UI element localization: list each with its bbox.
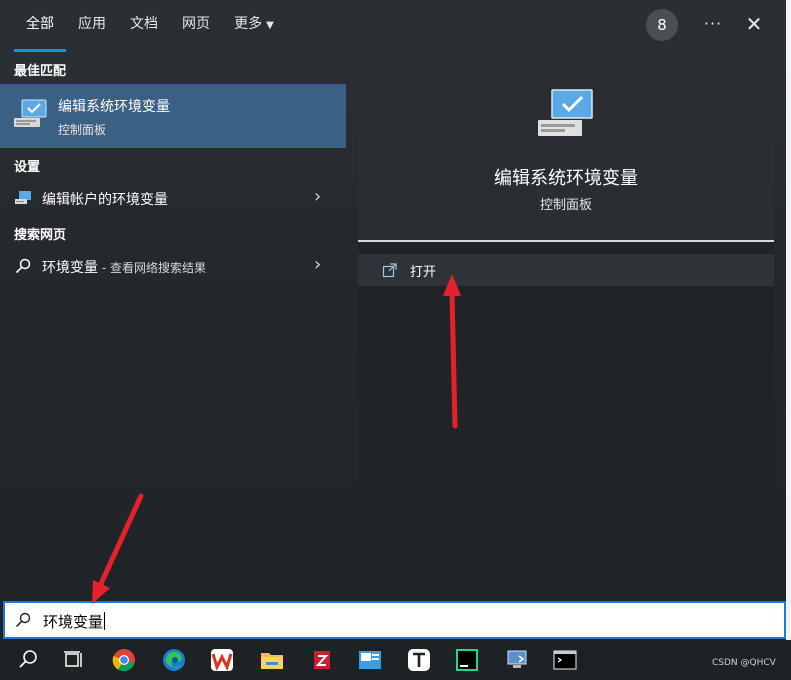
close-button[interactable]: ✕ <box>740 10 768 40</box>
chevron-right-icon[interactable]: › <box>314 254 321 275</box>
search-icon[interactable] <box>16 648 40 672</box>
remote-desktop-icon[interactable] <box>505 648 529 672</box>
best-match-subtitle: 控制面板 <box>58 123 107 137</box>
tab-apps[interactable]: 应用 <box>70 0 114 52</box>
file-explorer-icon[interactable] <box>260 648 284 672</box>
rewards-badge[interactable]: 8 <box>646 9 678 41</box>
best-match-name: 编辑系统环境变量 <box>58 99 170 115</box>
image-app-icon[interactable] <box>358 648 382 672</box>
open-external-icon <box>382 263 397 278</box>
text-cursor <box>104 612 106 630</box>
web-search-result[interactable]: 环境变量 - 查看网络搜索结果 › <box>0 249 346 283</box>
web-search-suffix: - 查看网络搜索结果 <box>98 261 206 275</box>
typora-icon[interactable] <box>407 648 431 672</box>
task-view-icon[interactable] <box>62 648 86 672</box>
results-list: 最佳匹配 编辑系统环境变量 控制面板 设置 编辑帐户的环境变量 › 搜索网页 环… <box>0 52 346 600</box>
tab-all-label: 全部 <box>26 16 54 32</box>
chevron-right-icon[interactable]: › <box>314 186 321 207</box>
search-query-text: 环境变量 <box>43 613 104 631</box>
search-icon <box>15 258 31 274</box>
edge-icon[interactable] <box>162 648 186 672</box>
preview-pane: 编辑系统环境变量 控制面板 打开 <box>358 64 774 600</box>
more-options-button[interactable]: ··· <box>700 10 726 40</box>
pycharm-icon[interactable] <box>455 648 479 672</box>
desktop-right-edge <box>786 0 791 640</box>
chevron-down-icon: ▼ <box>266 20 274 31</box>
tab-web-label: 网页 <box>182 16 210 32</box>
preview-subtitle: 控制面板 <box>539 198 592 213</box>
wps-icon[interactable] <box>210 648 234 672</box>
preview-title: 编辑系统环境变量 <box>494 168 638 189</box>
terminal-icon[interactable] <box>553 648 577 672</box>
preview-divider <box>358 240 774 242</box>
search-input[interactable]: 环境变量 <box>3 601 786 639</box>
open-action[interactable]: 打开 <box>358 254 774 286</box>
tab-documents-label: 文档 <box>130 16 158 32</box>
monitor-check-icon <box>538 89 593 136</box>
search-icon <box>15 612 31 628</box>
chrome-icon[interactable] <box>112 648 136 672</box>
tab-web[interactable]: 网页 <box>174 0 218 52</box>
section-settings: 设置 <box>14 160 41 175</box>
search-input-value: 环境变量 <box>43 611 106 632</box>
tab-more-label: 更多 <box>234 16 263 32</box>
settings-result-label: 编辑帐户的环境变量 <box>42 192 168 208</box>
monitor-check-icon <box>14 99 47 127</box>
tab-documents[interactable]: 文档 <box>122 0 166 52</box>
preview-header: 编辑系统环境变量 控制面板 <box>358 64 774 240</box>
tab-apps-label: 应用 <box>78 16 106 32</box>
settings-result[interactable]: 编辑帐户的环境变量 › <box>0 181 346 215</box>
best-match-result[interactable]: 编辑系统环境变量 控制面板 <box>0 84 346 148</box>
section-best-match: 最佳匹配 <box>14 64 67 79</box>
web-search-query: 环境变量 <box>42 260 98 276</box>
settings-monitor-icon <box>15 191 31 204</box>
tab-more[interactable]: 更多 ▼ <box>226 0 282 52</box>
web-search-label: 环境变量 - 查看网络搜索结果 <box>42 257 206 277</box>
section-web-search: 搜索网页 <box>14 228 67 243</box>
search-tabs-bar: 全部 应用 文档 网页 更多 ▼ 8 ··· ✕ <box>0 0 786 52</box>
open-action-label: 打开 <box>410 265 437 280</box>
watermark: CSDN @QHCV <box>712 658 776 668</box>
search-panel: 全部 应用 文档 网页 更多 ▼ 8 ··· ✕ 最佳匹配 编辑系统环境变量 控制… <box>0 0 786 640</box>
red-app-icon[interactable] <box>310 648 334 672</box>
tab-all[interactable]: 全部 <box>14 0 66 52</box>
taskbar <box>0 640 791 680</box>
